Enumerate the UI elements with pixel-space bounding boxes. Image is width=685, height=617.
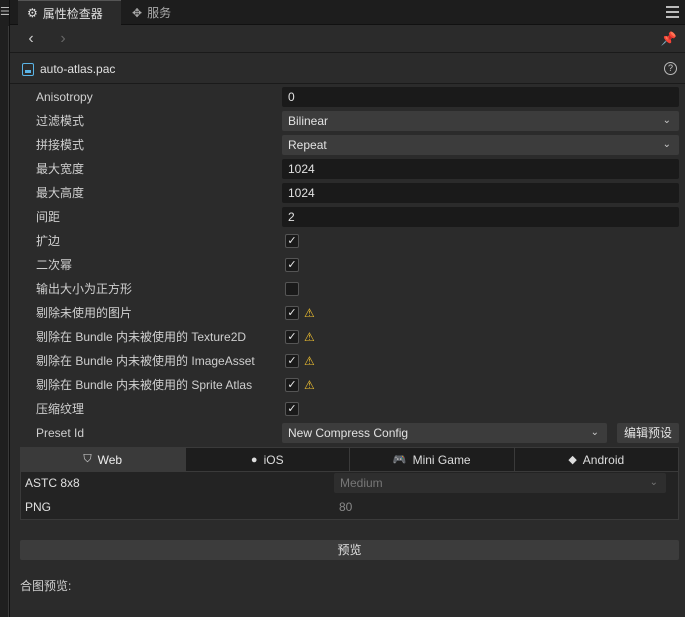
asset-header: auto-atlas.pac ? [10, 54, 685, 84]
force-square-checkbox[interactable] [285, 282, 299, 296]
left-panel-strip: ☰ [0, 0, 10, 617]
remove-unused-sprite-atlas-label: 剔除在 Bundle 内未被使用的 Sprite Atlas [36, 378, 253, 392]
max-height-label: 最大高度 [36, 186, 85, 200]
padding-input[interactable]: 2 [282, 207, 679, 227]
filter-mode-label: 过滤模式 [36, 114, 85, 128]
pin-icon[interactable]: 📌 [661, 31, 677, 47]
services-icon: ✥ [132, 5, 143, 20]
platform-settings-panel: ⛉ Web ● iOS 🎮 Mini Game ◆ Android ASTC 8… [20, 447, 679, 520]
remove-unused-imageasset-checkbox[interactable]: ✓ [285, 354, 299, 368]
remove-unused-imageasset-label: 剔除在 Bundle 内未被使用的 ImageAsset [36, 354, 255, 368]
asset-name: auto-atlas.pac [40, 62, 116, 76]
merge-preview-label: 合图预览: [20, 579, 72, 593]
png-quality-value[interactable]: 80 [339, 497, 352, 517]
tab-inspector-label: 属性检查器 [42, 6, 103, 21]
tab-services-label: 服务 [147, 6, 172, 20]
left-panel-edge [0, 26, 9, 617]
tab-web[interactable]: ⛉ Web [21, 448, 186, 471]
help-icon[interactable]: ? [664, 62, 677, 75]
tab-mini-game-label: Mini Game [412, 452, 471, 467]
preview-button[interactable]: 预览 [20, 540, 679, 560]
astc-quality-value: Medium [340, 476, 383, 490]
extrude-checkbox[interactable]: ✓ [285, 234, 299, 248]
preset-id-label: Preset Id [36, 426, 85, 440]
menu-icon[interactable]: ☰ [0, 6, 10, 18]
astc-label: ASTC 8x8 [25, 476, 80, 490]
max-width-input[interactable]: 1024 [282, 159, 679, 179]
anisotropy-input[interactable]: 0 [282, 87, 679, 107]
extrude-label: 扩边 [36, 234, 61, 248]
chevron-down-icon: ⌄ [662, 139, 671, 150]
tab-ios-label: iOS [263, 452, 284, 467]
warning-icon[interactable]: ⚠ [304, 354, 318, 368]
chevron-down-icon: ⌄ [590, 427, 599, 438]
inspector-icon: ⚙ [27, 6, 38, 20]
preset-id-value: New Compress Config [288, 426, 409, 440]
wrap-mode-value: Repeat [288, 138, 327, 152]
anisotropy-label: Anisotropy [36, 90, 93, 104]
tab-services[interactable]: ✥ 服务 [123, 0, 187, 25]
warning-icon[interactable]: ⚠ [304, 330, 318, 344]
tab-ios[interactable]: ● iOS [185, 448, 350, 471]
inspector-nav-bar: ‹ › 📌 [10, 25, 685, 53]
remove-unused-texture2d-checkbox[interactable]: ✓ [285, 330, 299, 344]
back-arrow-icon[interactable]: ‹ [22, 30, 40, 48]
android-icon: ◆ [568, 454, 577, 466]
panel-menu-icon[interactable] [666, 6, 679, 18]
filter-mode-value: Bilinear [288, 114, 329, 128]
tab-web-label: Web [97, 452, 123, 467]
chevron-down-icon: ⌄ [649, 477, 658, 488]
remove-unused-images-checkbox[interactable]: ✓ [285, 306, 299, 320]
gamepad-icon: 🎮 [392, 454, 407, 466]
max-height-input[interactable]: 1024 [282, 183, 679, 203]
compress-texture-label: 压缩纹理 [36, 402, 85, 416]
remove-unused-sprite-atlas-checkbox[interactable]: ✓ [285, 378, 299, 392]
wrap-mode-select[interactable]: Repeat ⌄ [282, 135, 679, 155]
max-width-label: 最大宽度 [36, 162, 85, 176]
edit-preset-button[interactable]: 编辑预设 [617, 423, 679, 443]
panel-tab-bar: ⚙ 属性检查器 ✥ 服务 [10, 0, 685, 25]
remove-unused-images-label: 剔除未使用的图片 [36, 306, 133, 320]
astc-quality-select[interactable]: Medium ⌄ [334, 473, 666, 493]
tab-android[interactable]: ◆ Android [514, 448, 678, 471]
power-of-two-checkbox[interactable]: ✓ [285, 258, 299, 272]
compress-texture-checkbox[interactable]: ✓ [285, 402, 299, 416]
warning-icon[interactable]: ⚠ [304, 378, 318, 392]
chevron-down-icon: ⌄ [662, 115, 671, 126]
forward-arrow-icon[interactable]: › [54, 30, 72, 48]
apple-icon: ● [250, 453, 258, 466]
png-label: PNG [25, 500, 52, 514]
wrap-mode-label: 拼接模式 [36, 138, 85, 152]
remove-unused-texture2d-label: 剔除在 Bundle 内未被使用的 Texture2D [36, 330, 247, 344]
filter-mode-select[interactable]: Bilinear ⌄ [282, 111, 679, 131]
image-file-icon [22, 63, 34, 76]
tab-android-label: Android [582, 452, 625, 467]
tab-mini-game[interactable]: 🎮 Mini Game [350, 448, 515, 471]
force-square-label: 输出大小为正方形 [36, 282, 133, 296]
tab-inspector[interactable]: ⚙ 属性检查器 [18, 0, 121, 25]
html5-icon: ⛉ [83, 453, 92, 465]
warning-icon[interactable]: ⚠ [304, 306, 318, 320]
preset-id-select[interactable]: New Compress Config ⌄ [282, 423, 607, 443]
padding-label: 间距 [36, 210, 61, 224]
platform-tabs: ⛉ Web ● iOS 🎮 Mini Game ◆ Android [21, 448, 678, 472]
power-of-two-label: 二次幂 [36, 258, 73, 272]
